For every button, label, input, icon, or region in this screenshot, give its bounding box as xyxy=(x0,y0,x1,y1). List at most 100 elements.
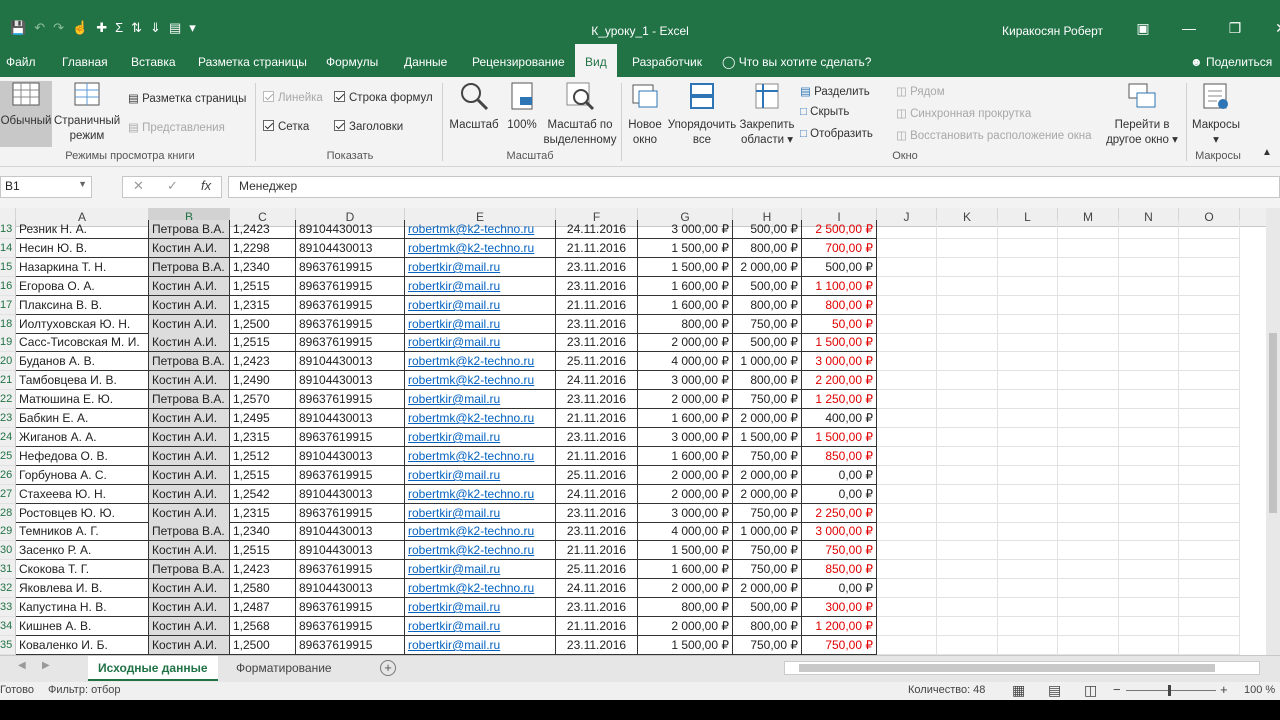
cell-empty[interactable] xyxy=(937,466,998,485)
cell-g[interactable]: 1 600,00 ₽ xyxy=(638,409,733,428)
cell-i[interactable]: 1 500,00 ₽ xyxy=(802,333,877,352)
row-number[interactable]: 14 xyxy=(0,239,16,258)
row-number[interactable]: 20 xyxy=(0,352,16,371)
cell-a[interactable]: Иолтуховская Ю. Н. xyxy=(16,315,149,334)
cell-h[interactable]: 800,00 ₽ xyxy=(733,239,802,258)
cell-empty[interactable] xyxy=(998,466,1058,485)
cell-empty[interactable] xyxy=(877,428,937,447)
cell-e[interactable]: robertmk@k2-techno.ru xyxy=(405,579,556,598)
cell-empty[interactable] xyxy=(937,447,998,466)
cell-d[interactable]: 89104430013 xyxy=(296,541,405,560)
cell-empty[interactable] xyxy=(998,636,1058,655)
cell-a[interactable]: Бабкин Е. А. xyxy=(16,409,149,428)
cell-e[interactable]: robertmk@k2-techno.ru xyxy=(405,220,556,239)
cell-d[interactable]: 89637619915 xyxy=(296,296,405,315)
cell-e[interactable]: robertkir@mail.ru xyxy=(405,258,556,277)
cell-e[interactable]: robertmk@k2-techno.ru xyxy=(405,447,556,466)
cell-a[interactable]: Капустина Н. В. xyxy=(16,598,149,617)
cell-f[interactable]: 23.11.2016 xyxy=(556,522,638,541)
tab-insert[interactable]: Вставка xyxy=(131,44,176,77)
new-window-button[interactable]: Новое окно xyxy=(624,81,666,148)
cell-f[interactable]: 24.11.2016 xyxy=(556,579,638,598)
cell-a[interactable]: Несин Ю. В. xyxy=(16,239,149,258)
cell-empty[interactable] xyxy=(1058,485,1119,504)
cell-empty[interactable] xyxy=(998,504,1058,523)
cell-g[interactable]: 1 600,00 ₽ xyxy=(638,447,733,466)
cell-e[interactable]: robertkir@mail.ru xyxy=(405,315,556,334)
cell-f[interactable]: 25.11.2016 xyxy=(556,560,638,579)
tab-page-layout[interactable]: Разметка страницы xyxy=(198,44,307,77)
cell-i[interactable]: 750,00 ₽ xyxy=(802,636,877,655)
cell-c[interactable]: 1,2423 xyxy=(230,220,296,239)
cell-d[interactable]: 89637619915 xyxy=(296,466,405,485)
cell-d[interactable]: 89637619915 xyxy=(296,560,405,579)
normal-view-status-icon[interactable]: ▦ xyxy=(1012,682,1025,699)
cell-empty[interactable] xyxy=(1058,579,1119,598)
row-number[interactable]: 15 xyxy=(0,258,16,277)
row-number[interactable]: 19 xyxy=(0,333,16,352)
cell-e[interactable]: robertkir@mail.ru xyxy=(405,277,556,296)
cell-b[interactable]: Костин А.И. xyxy=(149,447,230,466)
cell-empty[interactable] xyxy=(998,598,1058,617)
page-break-status-icon[interactable]: ◫ xyxy=(1084,682,1097,699)
cell-c[interactable]: 1,2340 xyxy=(230,258,296,277)
cell-c[interactable]: 1,2515 xyxy=(230,333,296,352)
cell-e[interactable]: robertkir@mail.ru xyxy=(405,617,556,636)
cell-empty[interactable] xyxy=(937,258,998,277)
cell-empty[interactable] xyxy=(998,239,1058,258)
cell-empty[interactable] xyxy=(877,220,937,239)
cell-i[interactable]: 1 100,00 ₽ xyxy=(802,277,877,296)
cell-g[interactable]: 4 000,00 ₽ xyxy=(638,352,733,371)
row-number[interactable]: 31 xyxy=(0,560,16,579)
cell-empty[interactable] xyxy=(877,598,937,617)
row-number[interactable]: 13 xyxy=(0,220,16,239)
cell-a[interactable]: Ростовцев Ю. Ю. xyxy=(16,504,149,523)
cell-a[interactable]: Яковлева И. В. xyxy=(16,579,149,598)
page-break-view-button[interactable]: Страничный режим xyxy=(54,81,120,144)
cell-d[interactable]: 89104430013 xyxy=(296,579,405,598)
cell-e[interactable]: robertkir@mail.ru xyxy=(405,296,556,315)
cell-f[interactable]: 24.11.2016 xyxy=(556,371,638,390)
cell-i[interactable]: 500,00 ₽ xyxy=(802,258,877,277)
cell-empty[interactable] xyxy=(998,579,1058,598)
cell-empty[interactable] xyxy=(1058,258,1119,277)
cell-g[interactable]: 2 000,00 ₽ xyxy=(638,466,733,485)
cell-f[interactable]: 23.11.2016 xyxy=(556,428,638,447)
cell-empty[interactable] xyxy=(1119,371,1179,390)
headings-checkbox[interactable]: Заголовки xyxy=(334,120,403,133)
cell-d[interactable]: 89637619915 xyxy=(296,390,405,409)
cell-empty[interactable] xyxy=(937,560,998,579)
zoom-selection-button[interactable]: Масштаб по выделенному xyxy=(543,81,617,148)
cell-a[interactable]: Резник Н. А. xyxy=(16,220,149,239)
cell-empty[interactable] xyxy=(1119,485,1179,504)
cell-c[interactable]: 1,2315 xyxy=(230,504,296,523)
cell-e[interactable]: robertkir@mail.ru xyxy=(405,560,556,579)
page-layout-status-icon[interactable]: ▤ xyxy=(1048,682,1061,699)
cell-g[interactable]: 3 000,00 ₽ xyxy=(638,428,733,447)
row-number[interactable]: 16 xyxy=(0,277,16,296)
cell-empty[interactable] xyxy=(937,636,998,655)
cell-empty[interactable] xyxy=(937,504,998,523)
cell-e[interactable]: robertmk@k2-techno.ru xyxy=(405,371,556,390)
row-number[interactable]: 34 xyxy=(0,617,16,636)
cell-d[interactable]: 89104430013 xyxy=(296,447,405,466)
cell-f[interactable]: 23.11.2016 xyxy=(556,258,638,277)
cell-e[interactable]: robertmk@k2-techno.ru xyxy=(405,409,556,428)
cell-c[interactable]: 1,2315 xyxy=(230,296,296,315)
cell-h[interactable]: 500,00 ₽ xyxy=(733,277,802,296)
tab-developer[interactable]: Разработчик xyxy=(632,44,702,77)
cell-e[interactable]: robertkir@mail.ru xyxy=(405,390,556,409)
cell-empty[interactable] xyxy=(998,315,1058,334)
cell-i[interactable]: 700,00 ₽ xyxy=(802,239,877,258)
cell-empty[interactable] xyxy=(1058,296,1119,315)
add-sheet-icon[interactable]: + xyxy=(380,660,396,676)
cell-empty[interactable] xyxy=(937,409,998,428)
cell-f[interactable]: 23.11.2016 xyxy=(556,277,638,296)
row-number[interactable]: 26 xyxy=(0,466,16,485)
cell-empty[interactable] xyxy=(877,485,937,504)
cell-g[interactable]: 800,00 ₽ xyxy=(638,315,733,334)
cell-h[interactable]: 500,00 ₽ xyxy=(733,333,802,352)
cell-empty[interactable] xyxy=(1179,541,1240,560)
cell-empty[interactable] xyxy=(1058,390,1119,409)
freeze-panes-button[interactable]: Закрепить области ▾ xyxy=(738,81,796,148)
